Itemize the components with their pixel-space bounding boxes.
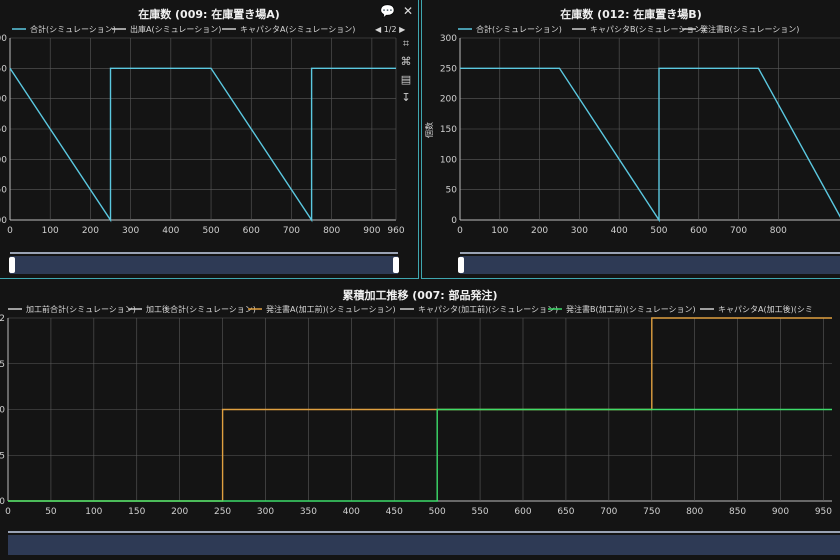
- download-icon[interactable]: ↧: [400, 92, 412, 104]
- x-tick-label: 0: [7, 226, 13, 236]
- crop-alt-icon[interactable]: ⌘: [400, 56, 412, 68]
- zoom-handle-left[interactable]: [458, 257, 464, 273]
- x-tick-label: 400: [162, 226, 179, 236]
- x-tick-label: 300: [571, 226, 588, 236]
- document-icon[interactable]: ▤: [400, 74, 412, 86]
- x-tick-label: 400: [611, 226, 628, 236]
- y-tick-label: 2: [0, 314, 5, 324]
- legend-label: キャパシタA(シミュレーション): [240, 25, 355, 34]
- y-tick-label: 00: [0, 216, 7, 226]
- y-tick-label: 0: [451, 216, 457, 226]
- legend-label: 発注書B(シミュレーション): [700, 24, 799, 34]
- y-tick-label: 0: [0, 406, 5, 416]
- zoom-scrollbar[interactable]: [8, 535, 840, 555]
- x-tick-label: 100: [491, 226, 508, 236]
- x-tick-label: 300: [122, 226, 139, 236]
- y-tick-label: 5: [0, 451, 5, 461]
- legend-label: 加工前合計(シミュレーション): [26, 304, 136, 314]
- y-tick-label: 50: [446, 186, 458, 196]
- x-tick-label: 750: [643, 507, 660, 517]
- x-tick-label: 950: [815, 507, 832, 517]
- legend-label: 発注書A(加工前)(シミュレーション): [266, 304, 396, 314]
- chart-svg-a: 0050005000500001002003004005006007008009…: [0, 24, 406, 236]
- legend-label: 発注書B(加工前)(シミュレーション): [566, 304, 696, 314]
- x-tick-label: 600: [243, 226, 260, 236]
- y-tick-label: 150: [440, 125, 457, 135]
- chart-panel-c: 累積加工推移 (007: 部品発注) 0 5 0 5 2 0 50 100 150 200 250 3…: [0, 281, 840, 560]
- x-tick-label: 800: [770, 226, 787, 236]
- y-tick-label: 00: [0, 34, 7, 44]
- x-tick-label: 350: [300, 507, 317, 517]
- y-tick-label: 100: [440, 155, 457, 165]
- zoom-track: [460, 252, 840, 254]
- y-tick-label: 200: [440, 95, 457, 105]
- x-tick-label: 150: [128, 507, 145, 517]
- y-tick-label: 50: [0, 64, 7, 74]
- zoom-handle-right[interactable]: [393, 257, 399, 273]
- x-tick-label: 700: [600, 507, 617, 517]
- zoom-track: [10, 252, 398, 254]
- x-tick-label: 200: [531, 226, 548, 236]
- x-tick-label: 700: [730, 226, 747, 236]
- y-tick-label: 250: [440, 64, 457, 74]
- y-tick-label: 5: [0, 360, 5, 370]
- x-tick-label: 200: [82, 226, 99, 236]
- zoom-handle-left[interactable]: [9, 257, 15, 273]
- legend-label: キャパシタ(加工前)(シミュレーション): [418, 304, 558, 314]
- y-tick-label: 0: [0, 497, 5, 507]
- x-tick-label: 900: [772, 507, 789, 517]
- x-tick-label: 400: [343, 507, 360, 517]
- legend-label: 出庫A(シミュレーション): [130, 24, 221, 34]
- y-tick-label: 00: [0, 155, 7, 165]
- x-tick-label: 850: [729, 507, 746, 517]
- legend-label: 加工後合計(シミュレーション): [146, 304, 256, 314]
- series-line: [460, 67, 840, 223]
- x-tick-label: 700: [283, 226, 300, 236]
- x-tick-label: 500: [429, 507, 446, 517]
- x-tick-label: 550: [471, 507, 488, 517]
- x-tick-label: 0: [457, 226, 463, 236]
- x-tick-label: 800: [323, 226, 340, 236]
- y-tick-label: 50: [0, 186, 7, 196]
- legend-label: キャパシタA(加工後)(シミ: [718, 304, 813, 314]
- chart-svg-c: 050520 50 100 150 200 250 300 350 400 450 500 550 60…: [0, 304, 832, 517]
- legend-label: 合計(シミュレーション): [476, 24, 562, 34]
- x-tick-label: 0: [5, 507, 11, 517]
- zoom-scrollbar[interactable]: [10, 256, 398, 274]
- y-tick-label: 00: [0, 95, 7, 105]
- crop-icon[interactable]: ⌗: [400, 38, 412, 50]
- x-tick-label: 50: [45, 507, 57, 517]
- chart-svg-b: 0 50 100 150 200 250 300 0 100 200 300 400 500 600 700…: [424, 24, 840, 236]
- y-tick-label: 300: [440, 34, 457, 44]
- x-tick-label: 300: [257, 507, 274, 517]
- x-tick-label: 500: [650, 226, 667, 236]
- x-tick-label: 200: [171, 507, 188, 517]
- x-tick-label: 960: [387, 226, 404, 236]
- y-tick-label: 50: [0, 125, 7, 135]
- y-axis-label: 個数: [424, 122, 434, 138]
- x-tick-label: 650: [557, 507, 574, 517]
- x-tick-label: 450: [386, 507, 403, 517]
- x-tick-label: 100: [42, 226, 59, 236]
- series-line: [9, 67, 396, 223]
- legend-pager: ◀ 1/2 ▶: [375, 25, 406, 34]
- x-tick-label: 100: [85, 507, 102, 517]
- x-tick-label: 250: [214, 507, 231, 517]
- x-tick-label: 600: [514, 507, 531, 517]
- x-tick-label: 800: [686, 507, 703, 517]
- x-tick-label: 900: [363, 226, 380, 236]
- zoom-scrollbar[interactable]: [460, 256, 840, 274]
- chart-panel-a: 在庫数 (009: 在庫置き場A) 💬 ✕ 005000500050000100…: [0, 0, 419, 279]
- x-tick-label: 600: [690, 226, 707, 236]
- chart-panel-b: 在庫数 (012: 在庫置き場B) 0 50 100 150 200 250 300 0 100…: [421, 0, 840, 279]
- x-tick-label: 500: [202, 226, 219, 236]
- zoom-track: [8, 531, 840, 533]
- legend-label: 合計(シミュレーション): [30, 24, 116, 34]
